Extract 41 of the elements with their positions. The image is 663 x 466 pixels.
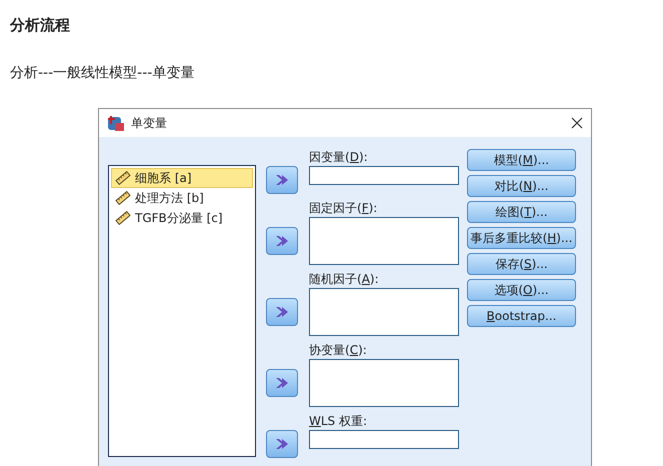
list-field[interactable] [309,217,459,265]
move-button[interactable] [266,166,298,194]
variable-item[interactable]: 处理方法 [b] [111,188,253,208]
dialog-button[interactable]: Bootstrap... [467,305,576,327]
app-icon [107,114,125,132]
dialog-button[interactable]: 事后多重比较(H)... [467,227,576,249]
variable-name: 处理方法 [b] [135,190,204,206]
input-field[interactable] [309,430,459,449]
close-icon[interactable] [571,117,583,129]
menu-path-text: 分析---一般线性模型---单变量 [10,64,196,83]
field-label: 因变量(D): [309,149,369,166]
section-heading: 分析流程 [10,16,71,36]
list-field[interactable] [309,288,459,336]
dialog-button[interactable]: 模型(M)... [467,149,576,171]
ruler-icon [115,191,131,205]
list-field[interactable] [309,359,459,407]
field-label: WLS 权重: [309,413,368,430]
dialog-button[interactable]: 对比(N)... [467,175,576,197]
arrow-icon [275,438,289,450]
variable-name: 细胞系 [a] [135,170,192,186]
arrow-icon [275,235,289,247]
field-label: 协变量(C): [309,342,368,359]
dialog-button[interactable]: 保存(S)... [467,253,576,275]
arrow-icon [275,377,289,389]
variable-item[interactable]: TGFB分泌量 [c] [111,208,253,228]
variable-list[interactable]: 细胞系 [a] 处理方法 [b] TGFB分泌量 [c] [108,165,256,457]
window-title: 单变量 [131,114,168,132]
field-label: 固定因子(F): [309,200,378,217]
ruler-icon [115,171,131,185]
arrow-icon [275,174,289,186]
variable-name: TGFB分泌量 [c] [135,210,223,226]
input-field[interactable] [309,166,459,185]
move-button[interactable] [266,227,298,255]
arrow-icon [275,306,289,318]
dialog-button[interactable]: 选项(O)... [467,279,576,301]
move-button[interactable] [266,430,298,458]
field-label: 随机因子(A): [309,271,380,288]
dialog-button[interactable]: 绘图(T)... [467,201,576,223]
move-button[interactable] [266,369,298,397]
move-button[interactable] [266,298,298,326]
variable-item[interactable]: 细胞系 [a] [111,168,253,188]
